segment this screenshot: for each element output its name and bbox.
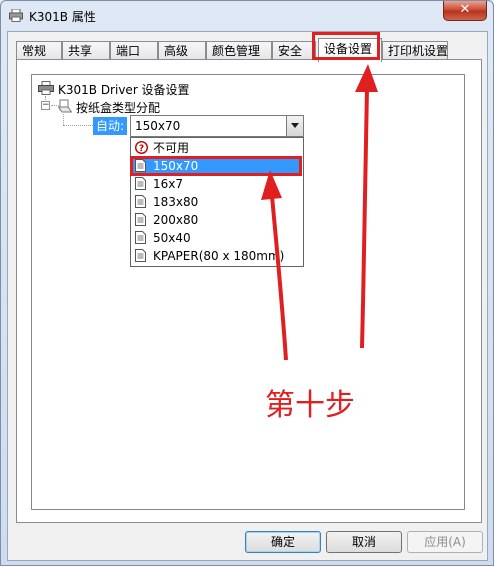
dropdown-item-200x80[interactable]: 200x80 <box>132 211 302 229</box>
tab-advanced[interactable]: 高级 <box>158 41 206 61</box>
dropdown-item-label: 16x7 <box>153 177 184 191</box>
paper-size-dropdown-list[interactable]: ? 不可用 150x70 16x7 183x80 200x80 50x40 KP… <box>130 137 304 267</box>
tab-sharing[interactable]: 共享 <box>62 41 110 61</box>
tree-line <box>63 125 93 126</box>
dropdown-item-50x40[interactable]: 50x40 <box>132 229 302 247</box>
dropdown-toggle[interactable] <box>286 116 303 136</box>
auto-option-label: 自动: <box>93 117 128 135</box>
document-icon <box>135 177 146 190</box>
title-bar[interactable]: K301B 属性 ✕ <box>1 1 493 31</box>
close-button[interactable]: ✕ <box>443 1 487 21</box>
device-settings-panel: K301B Driver 设备设置 − 按纸盒类型分配 自动: 150x70 ?… <box>16 59 482 523</box>
document-icon <box>135 231 146 244</box>
collapse-icon[interactable]: − <box>41 101 50 110</box>
svg-text:?: ? <box>139 144 144 154</box>
paper-size-combobox[interactable]: 150x70 <box>130 115 304 137</box>
window-title: K301B 属性 <box>29 10 96 24</box>
dropdown-item-kpaper[interactable]: KPAPER(80 x 180mm) <box>132 247 302 265</box>
tab-printer-settings[interactable]: 打印机设置 <box>382 41 448 61</box>
tree-line <box>63 114 64 125</box>
document-icon <box>135 213 146 226</box>
tab-strip: 常规 共享 端口 高级 颜色管理 安全 设备设置 打印机设置 <box>16 38 486 62</box>
cancel-button[interactable]: 取消 <box>326 531 402 553</box>
tab-device-settings[interactable]: 设备设置 <box>318 38 382 62</box>
dialog-client-area: 常规 共享 端口 高级 颜色管理 安全 设备设置 打印机设置 K301B Dri… <box>7 31 488 561</box>
step-annotation-text: 第十步 <box>265 388 355 423</box>
dropdown-item-label: 50x40 <box>153 231 191 245</box>
settings-tree[interactable]: K301B Driver 设备设置 − 按纸盒类型分配 自动: 150x70 ?… <box>31 74 465 510</box>
document-icon <box>135 249 146 262</box>
paper-tray-icon <box>58 99 72 113</box>
document-icon <box>135 195 146 208</box>
dropdown-item-not-available[interactable]: ? 不可用 <box>132 139 302 157</box>
dropdown-item-label: 不可用 <box>153 141 190 155</box>
tab-security[interactable]: 安全 <box>272 41 316 61</box>
properties-window: K301B 属性 ✕ 常规 共享 端口 高级 颜色管理 安全 设备设置 打印机设… <box>0 0 494 566</box>
tab-ports[interactable]: 端口 <box>110 41 158 61</box>
tab-color-management[interactable]: 颜色管理 <box>206 41 272 61</box>
printer-icon <box>9 9 23 22</box>
dropdown-item-label: 183x80 <box>153 195 199 209</box>
dropdown-item-183x80[interactable]: 183x80 <box>132 193 302 211</box>
dropdown-item-label: KPAPER(80 x 180mm) <box>153 249 285 263</box>
dropdown-item-150x70[interactable]: 150x70 <box>132 157 302 175</box>
dropdown-item-16x7[interactable]: 16x7 <box>132 175 302 193</box>
not-available-icon: ? <box>135 141 148 154</box>
combo-selected-value: 150x70 <box>135 119 181 133</box>
dropdown-item-label: 150x70 <box>153 159 199 173</box>
printer-icon <box>38 81 54 95</box>
tab-general[interactable]: 常规 <box>16 41 62 61</box>
tree-child-label[interactable]: 按纸盒类型分配 <box>76 99 160 116</box>
tree-root-label[interactable]: K301B Driver 设备设置 <box>58 81 190 98</box>
dropdown-item-label: 200x80 <box>153 213 199 227</box>
chevron-down-icon <box>291 123 299 128</box>
document-icon <box>135 159 146 172</box>
ok-button[interactable]: 确定 <box>245 531 321 553</box>
apply-button[interactable]: 应用(A) <box>407 531 483 553</box>
